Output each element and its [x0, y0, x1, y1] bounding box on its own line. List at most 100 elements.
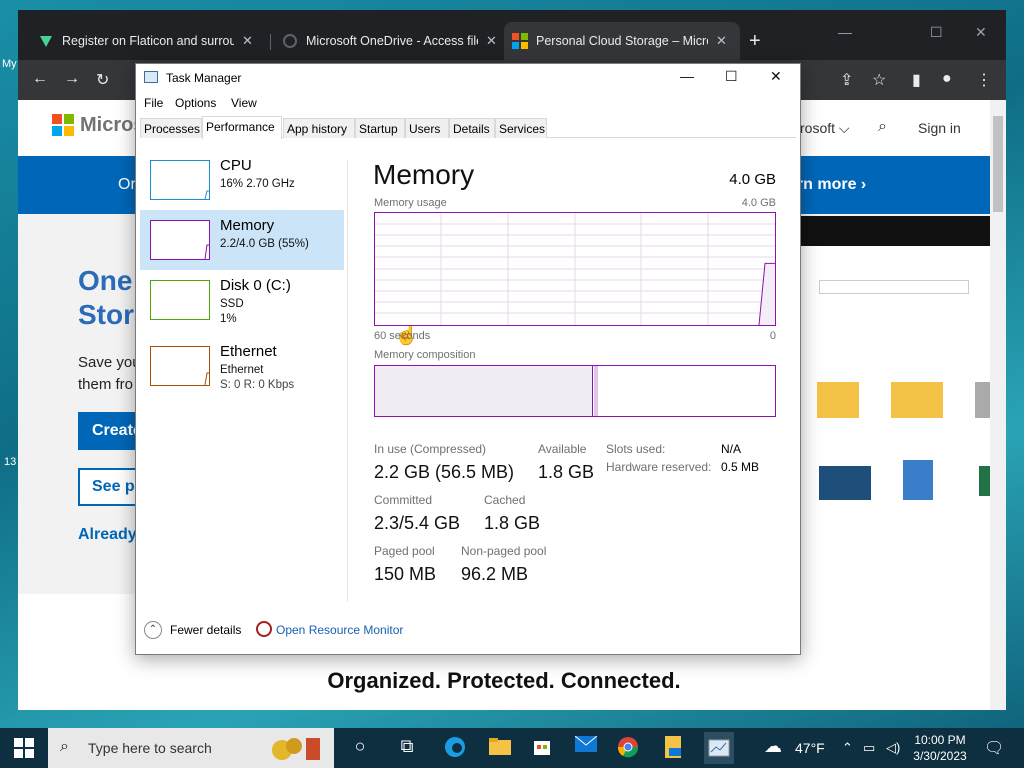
close-button[interactable]: ✕ [770, 68, 782, 85]
profile-icon[interactable]: ● [942, 70, 952, 88]
tab-app-history[interactable]: App history [283, 118, 355, 138]
memory-composition-bar [374, 365, 776, 417]
title-bar[interactable]: Task Manager — ☐ ✕ [136, 64, 800, 92]
mail-icon[interactable] [574, 735, 598, 760]
hero-text: Save you them fro [78, 352, 141, 396]
scrollbar-thumb[interactable] [993, 116, 1003, 212]
tab-details[interactable]: Details [449, 118, 495, 138]
onedrive-app-icon[interactable] [661, 736, 685, 760]
search-icon[interactable]: ⌕ [878, 118, 887, 136]
search-icon: ⌕ [60, 738, 69, 755]
menu-view[interactable]: View [231, 96, 257, 110]
menu-icon[interactable]: ⋮ [976, 70, 992, 90]
tagline: Organized. Protected. Connected. [327, 668, 681, 693]
search-placeholder: Type here to search [88, 740, 212, 756]
window-title: Task Manager [166, 71, 242, 85]
perf-item-detail: 2.2/4.0 GB (55%) [220, 238, 309, 250]
browser-tab-onedrive[interactable]: Microsoft OneDrive - Access file ✕ [274, 22, 510, 60]
desktop-icon-label: My [2, 58, 17, 70]
already-link[interactable]: Already [78, 526, 137, 544]
tab-users[interactable]: Users [405, 118, 449, 138]
perf-item-cpu[interactable]: CPU 16% 2.70 GHz [140, 150, 344, 210]
hero-text-line: them fro [78, 376, 134, 393]
chevron-up-icon[interactable]: ⌃ [144, 621, 162, 639]
weather-icon[interactable]: ☁ [764, 736, 782, 757]
file-explorer-icon[interactable] [488, 736, 512, 760]
usage-max: 4.0 GB [741, 197, 776, 209]
reload-icon[interactable]: ↻ [96, 70, 109, 90]
microsoft-logo-icon[interactable] [52, 114, 74, 136]
tab-performance[interactable]: Performance [202, 116, 282, 139]
sidebar-divider [347, 160, 348, 602]
close-icon[interactable]: ✕ [716, 33, 727, 49]
modified-segment [594, 366, 598, 416]
side-panel-icon[interactable]: ▮ [912, 70, 921, 90]
minimize-button[interactable]: — [680, 68, 694, 84]
chrome-icon[interactable] [616, 736, 640, 760]
notification-icon[interactable]: 🗨 [984, 738, 1004, 758]
share-icon[interactable]: ⇪ [840, 70, 853, 90]
resource-monitor-icon [256, 621, 272, 637]
task-view-icon[interactable]: ⧉ [395, 736, 419, 760]
memory-thumbnail-graph [150, 220, 210, 260]
close-button[interactable]: ✕ [975, 24, 987, 41]
new-tab-button[interactable]: + [749, 30, 761, 53]
forward-icon[interactable]: → [64, 70, 80, 88]
tab-title: Personal Cloud Storage – Micros [536, 34, 708, 48]
task-manager-taskbar-icon[interactable] [704, 732, 734, 764]
taskbar-search-box[interactable]: ⌕ Type here to search [48, 728, 334, 768]
tab-processes[interactable]: Processes [140, 118, 202, 138]
close-icon[interactable]: ✕ [486, 33, 497, 49]
browser-tab-personal-cloud[interactable]: Personal Cloud Storage – Micros ✕ [504, 22, 740, 60]
taskbar: ⌕ Type here to search ○ ⧉ ☁ 47°F ⌃ ▭ ◁) … [0, 728, 1024, 768]
perf-item-name: Disk 0 (C:) [220, 277, 291, 294]
perf-item-memory[interactable]: Memory 2.2/4.0 GB (55%) [140, 210, 344, 270]
minimize-button[interactable]: — [838, 24, 852, 40]
all-microsoft-menu[interactable]: rosoft ⌵ [800, 120, 850, 137]
menu-file[interactable]: File [144, 96, 163, 110]
hardware-reserved-value: 0.5 MB [721, 460, 760, 474]
browser-tab-flaticon[interactable]: Register on Flaticon and surrou ✕ [30, 22, 266, 60]
search-highlight-image [268, 732, 324, 764]
store-icon[interactable] [530, 736, 554, 760]
in-use-label: In use (Compressed) [374, 442, 487, 456]
maximize-button[interactable]: ☐ [725, 68, 738, 85]
time-axis-left: 60 seconds [374, 330, 431, 342]
system-clock[interactable]: 10:00 PM 3/30/2023 [908, 732, 972, 764]
loading-icon [282, 33, 298, 49]
perf-item-disk[interactable]: Disk 0 (C:) SSD 1% [140, 270, 344, 330]
perf-item-name: CPU [220, 157, 252, 174]
onedrive-preview-image [798, 216, 991, 596]
volume-icon[interactable]: ◁) [886, 740, 900, 756]
slots-used-value: N/A [721, 442, 742, 456]
nonpaged-pool-value: 96.2 MB [461, 564, 529, 584]
maximize-button[interactable]: ☐ [930, 24, 943, 41]
edge-icon[interactable] [443, 736, 467, 760]
back-icon[interactable]: ← [32, 70, 48, 88]
close-icon[interactable]: ✕ [242, 33, 253, 49]
panel-title: Memory [373, 159, 475, 190]
weather-temp[interactable]: 47°F [795, 740, 825, 756]
clock-date: 3/30/2023 [913, 749, 967, 763]
open-resource-monitor-link[interactable]: Open Resource Monitor [276, 623, 416, 637]
hardware-reserved-label: Hardware reserved: [606, 460, 712, 474]
network-icon[interactable]: ▭ [863, 740, 875, 756]
hero-text-line: Save you [78, 354, 141, 371]
total-memory: 4.0 GB [729, 171, 776, 188]
tab-services[interactable]: Services [495, 118, 547, 138]
tab-startup[interactable]: Startup [355, 118, 405, 138]
perf-item-name: Ethernet [220, 343, 277, 360]
perf-item-ethernet[interactable]: Ethernet Ethernet S: 0 R: 0 Kbps [140, 336, 344, 396]
chevron-up-icon[interactable]: ⌃ [842, 740, 853, 756]
cortana-icon[interactable]: ○ [348, 736, 372, 760]
paged-pool-value: 150 MB [374, 564, 437, 584]
committed-label: Committed [374, 493, 433, 507]
bookmark-star-icon[interactable]: ☆ [872, 70, 886, 90]
sign-in-link[interactable]: Sign in [918, 120, 961, 136]
in-use-value: 2.2 GB (56.5 MB) [374, 462, 515, 482]
menu-options[interactable]: Options [175, 96, 216, 110]
perf-item-name: Memory [220, 217, 275, 234]
desktop-icon-label: 13 [4, 456, 17, 468]
windows-start-button[interactable] [14, 738, 34, 758]
fewer-details-link[interactable]: Fewer details [170, 623, 250, 637]
